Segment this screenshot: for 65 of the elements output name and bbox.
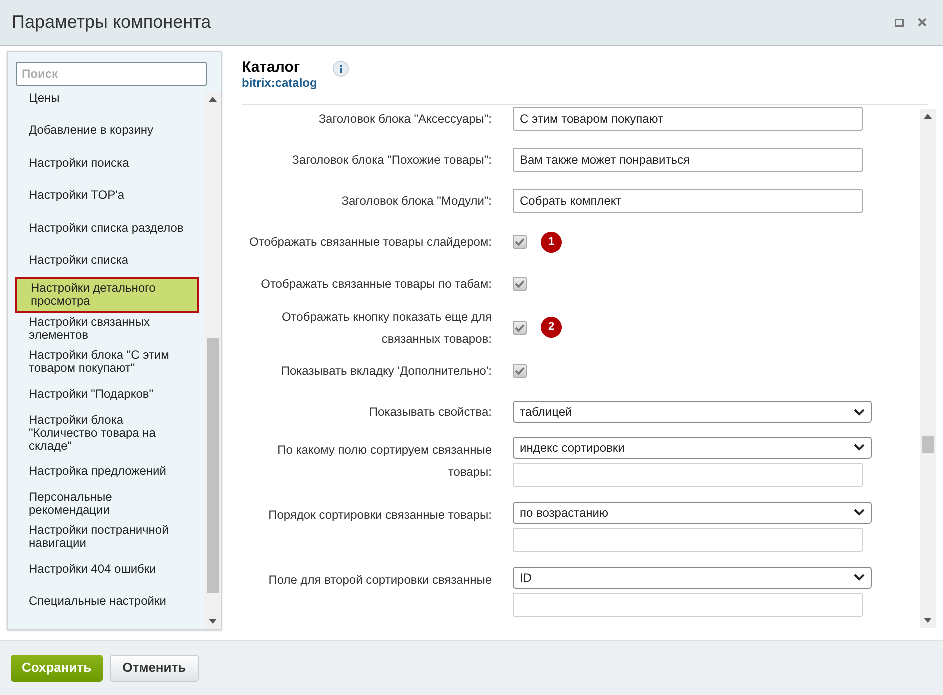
info-icon[interactable] [333, 61, 350, 77]
sidebar-item[interactable]: Настройки списка [15, 244, 199, 277]
close-icon[interactable] [918, 18, 927, 27]
scrollbar[interactable] [920, 109, 936, 628]
text-input[interactable]: С этим товаром покупают [513, 107, 863, 132]
sidebar-item[interactable]: Персональные рекомендации [15, 488, 199, 520]
dropdown-select[interactable]: таблицей [513, 401, 872, 424]
field-label: Показывать вкладку 'Дополнительно': [281, 362, 492, 380]
field-label: По какому полю сортируем связанные товары: [276, 442, 492, 481]
sidebar-item[interactable]: Настройки постраничной навигации [15, 520, 199, 553]
field-label: Поле для второй сортировки связанные [268, 572, 492, 589]
chevron-down-icon [854, 408, 865, 416]
checkbox[interactable] [513, 235, 527, 250]
scroll-up-icon[interactable] [924, 114, 932, 119]
sidebar-item[interactable]: Добавление в корзину [15, 114, 199, 147]
sidebar-item[interactable]: Настройки связанных элементов [15, 313, 199, 346]
scrollbar[interactable] [205, 92, 221, 629]
sidebar-item[interactable]: Настройки 404 ошибки [15, 553, 199, 586]
checkmark-icon [515, 324, 525, 332]
checkbox[interactable] [513, 320, 527, 335]
field-label: Показывать свойства: [369, 404, 492, 422]
field-label: Отображать кнопку показать еще для связанных товаров: [280, 308, 492, 348]
component-code: bitrix:catalog [242, 76, 318, 90]
sidebar-item[interactable]: Специальные настройки [15, 586, 199, 618]
text-input[interactable]: Собрать комплект [513, 188, 863, 213]
dropdown-select[interactable]: индекс сортировки [513, 436, 872, 459]
scroll-up-icon[interactable] [209, 97, 217, 102]
checkbox[interactable] [513, 277, 527, 292]
field-label: Заголовок блока "Аксессуары": [318, 111, 492, 128]
component-title: Каталог [242, 59, 302, 76]
scroll-down-icon[interactable] [209, 619, 217, 624]
chevron-down-icon [854, 574, 865, 582]
sidebar-item[interactable]: Настройки детального просмотра [15, 277, 199, 313]
dropdown-select[interactable]: по возрастанию [513, 502, 872, 524]
sidebar-item[interactable]: Настройка предложений [15, 456, 199, 488]
dropdown-select[interactable]: ID [513, 566, 872, 589]
checkmark-icon [515, 238, 525, 246]
sidebar-item[interactable]: Настройки "Подарков" [15, 378, 199, 410]
maximize-icon[interactable] [895, 18, 904, 26]
checkbox[interactable] [513, 364, 527, 378]
sidebar-item[interactable]: Настройки списка разделов [15, 212, 199, 244]
sidebar-item[interactable]: Настройки блока "С этим товаром покупают" [15, 346, 199, 378]
sidebar-item[interactable]: Настройки блока "Количество товара на складе" [15, 410, 199, 456]
text-input[interactable]: Вам также может понравиться [513, 148, 863, 172]
checkmark-icon [515, 280, 525, 288]
chevron-down-icon [854, 509, 865, 516]
field-label: Заголовок блока "Модули": [342, 192, 492, 210]
sidebar-item[interactable]: Настройки TOP'а [15, 180, 199, 212]
field-label: Порядок сортировки связанные товары: [268, 506, 492, 524]
text-input[interactable] [513, 528, 863, 552]
number-marker: 1 [541, 232, 562, 253]
window-title: Параметры компонента [12, 11, 212, 34]
scroll-thumb[interactable] [207, 338, 219, 593]
sidebar-item[interactable]: Настройки поиска [15, 147, 199, 180]
scroll-thumb[interactable] [922, 436, 934, 453]
field-label: Отображать связанные товары по табам: [261, 276, 492, 294]
text-input[interactable] [513, 462, 863, 487]
number-marker: 2 [541, 317, 562, 338]
checkmark-icon [515, 366, 525, 375]
chevron-down-icon [854, 444, 865, 452]
scroll-down-icon[interactable] [924, 618, 932, 623]
field-label: Заголовок блока "Похожие товары": [292, 152, 492, 170]
cancel-button[interactable]: Отменить [110, 654, 200, 682]
field-label: Отображать связанные товары слайдером: [250, 234, 492, 252]
text-input[interactable] [513, 592, 863, 617]
